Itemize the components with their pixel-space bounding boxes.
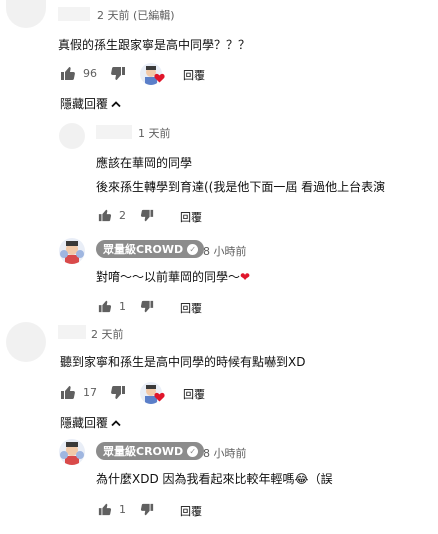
thumbs-down-icon[interactable] bbox=[140, 300, 154, 314]
comment-text: 真假的孫生跟家寧是高中同學？？？ bbox=[58, 38, 251, 52]
thumbs-up-icon[interactable] bbox=[98, 502, 112, 516]
thumbs-down-icon[interactable] bbox=[110, 66, 126, 82]
creator-badge[interactable]: 眾量級CROWD ✓ bbox=[96, 240, 205, 258]
author-name[interactable] bbox=[58, 325, 86, 339]
author-name: 眾量級CROWD bbox=[103, 445, 184, 458]
heart-emoji: ❤ bbox=[240, 270, 251, 284]
reply-text: 對唷～～以前華岡的同學～❤ bbox=[96, 268, 250, 285]
hide-replies-label: 隱藏回覆 bbox=[60, 97, 109, 111]
hide-replies-label: 隱藏回覆 bbox=[60, 416, 109, 430]
reply-text-body: 為什麼XDD 因為我看起來比較年輕嗎 bbox=[96, 472, 295, 486]
thumbs-up-icon[interactable] bbox=[60, 384, 76, 400]
author-name: 眾量級CROWD bbox=[103, 243, 184, 256]
author-name[interactable] bbox=[96, 125, 132, 139]
reply-text-line: 應該在華岡的同學 bbox=[96, 156, 193, 170]
thumbs-up-icon[interactable] bbox=[60, 65, 76, 81]
reply-time[interactable]: 8 小時前 bbox=[203, 243, 247, 259]
like-count: 17 bbox=[83, 386, 97, 399]
thumbs-up-icon[interactable] bbox=[98, 299, 112, 313]
reply-text-line: 後來孫生轉學到育達((我是他下面一屆 看過他上台表演 bbox=[96, 180, 386, 194]
reply-button[interactable]: 回覆 bbox=[183, 67, 205, 83]
avatar[interactable] bbox=[59, 123, 85, 149]
hide-replies-button[interactable]: 隱藏回覆 bbox=[60, 95, 121, 112]
reply-time[interactable]: 1 天前 bbox=[138, 125, 171, 141]
comment-time[interactable]: 2 天前 (已編輯) bbox=[97, 7, 175, 23]
reply-button[interactable]: 回覆 bbox=[183, 386, 205, 402]
chevron-up-icon bbox=[111, 97, 121, 111]
reply-text-tail: （誤 bbox=[308, 472, 333, 486]
creator-heart bbox=[140, 382, 165, 406]
verified-check-icon: ✓ bbox=[187, 445, 199, 457]
like-count: 1 bbox=[119, 300, 126, 313]
thumbs-up-icon[interactable] bbox=[98, 208, 112, 222]
heart-icon bbox=[154, 387, 165, 406]
like-count: 1 bbox=[119, 503, 126, 516]
verified-check-icon: ✓ bbox=[187, 243, 199, 255]
reply-button[interactable]: 回覆 bbox=[180, 300, 202, 316]
reply-text: 為什麼XDD 因為我看起來比較年輕嗎😂（誤 bbox=[96, 470, 333, 487]
thumbs-down-icon[interactable] bbox=[140, 209, 154, 223]
avatar[interactable] bbox=[6, 0, 46, 28]
creator-badge[interactable]: 眾量級CROWD ✓ bbox=[96, 442, 205, 460]
reply-time[interactable]: 8 小時前 bbox=[203, 445, 247, 461]
thumbs-down-icon[interactable] bbox=[140, 503, 154, 517]
chevron-up-icon bbox=[111, 416, 121, 430]
reply-text-body: 對唷～～以前華岡的同學～ bbox=[96, 270, 241, 284]
avatar[interactable] bbox=[59, 238, 85, 264]
heart-icon bbox=[154, 68, 165, 87]
hide-replies-button[interactable]: 隱藏回覆 bbox=[60, 414, 121, 431]
like-count: 96 bbox=[83, 67, 97, 80]
like-count: 2 bbox=[119, 209, 126, 222]
laughing-emoji: 😂 bbox=[294, 472, 309, 486]
avatar[interactable] bbox=[59, 439, 85, 465]
avatar[interactable] bbox=[6, 322, 46, 362]
thumbs-down-icon[interactable] bbox=[110, 385, 126, 401]
reply-button[interactable]: 回覆 bbox=[180, 209, 202, 225]
reply-button[interactable]: 回覆 bbox=[180, 503, 202, 519]
comment-text: 聽到家寧和孫生是高中同學的時候有點嚇到XD bbox=[60, 355, 306, 369]
author-name[interactable] bbox=[58, 7, 90, 21]
creator-heart bbox=[140, 63, 165, 87]
comment-time[interactable]: 2 天前 bbox=[91, 326, 124, 342]
